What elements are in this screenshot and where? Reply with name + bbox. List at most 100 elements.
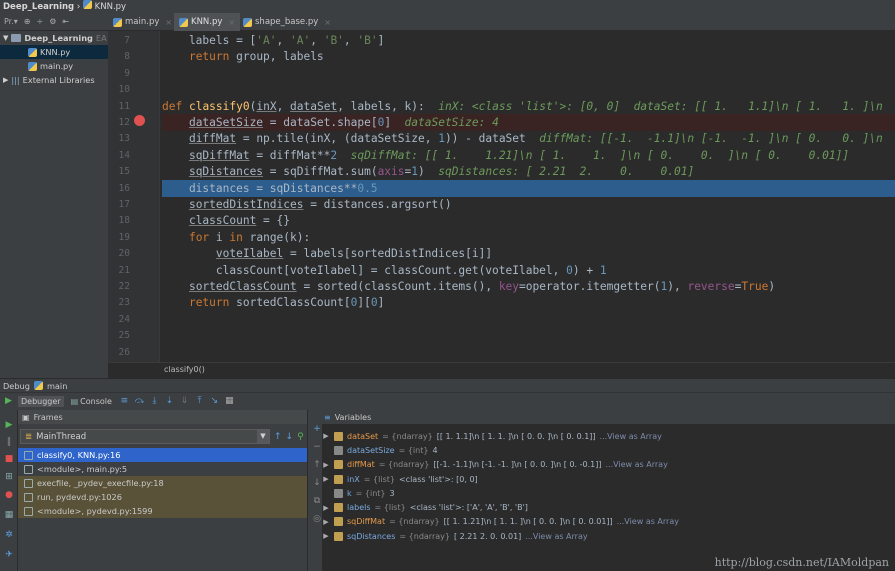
frame-item[interactable]: <module>, pydevd.py:1599: [18, 504, 307, 518]
hide-icon[interactable]: ⇤: [62, 17, 69, 26]
variable-row[interactable]: ▶ diffMat = {ndarray} [[-1. -1.1]\n [-1. -1…: [322, 458, 895, 472]
close-icon[interactable]: ×: [324, 18, 331, 27]
code-line[interactable]: [162, 311, 895, 328]
stop-icon[interactable]: ■: [4, 454, 14, 464]
arrow-up-icon[interactable]: ↑: [274, 432, 282, 442]
force-step-into-icon[interactable]: ⇓: [179, 396, 190, 407]
resume-icon[interactable]: ▶: [3, 396, 14, 407]
code-line[interactable]: voteIlabel = labels[sortedDistIndices[i]…: [162, 245, 895, 262]
pin-icon[interactable]: ✈: [4, 550, 14, 560]
variables-side-toolbar: + − ↑ ↓ ⧉ ◎: [308, 410, 322, 571]
code-line[interactable]: diffMat = np.tile(inX, (dataSetSize, 1))…: [162, 130, 895, 147]
step-out-icon[interactable]: ⤒: [194, 396, 205, 407]
view-as-array-link[interactable]: ...View as Array: [525, 532, 587, 541]
collapse-icon[interactable]: ÷: [37, 17, 44, 26]
variable-row[interactable]: ▶ sqDiffMat = {ndarray}[[ 1. 1.21]\n [ 1. …: [322, 515, 895, 529]
watch-glasses-icon[interactable]: ◎: [312, 514, 322, 524]
tab-debugger[interactable]: Debugger: [18, 396, 64, 407]
chevron-right-icon[interactable]: ▶: [322, 518, 330, 526]
chevron-right-icon[interactable]: ▶: [322, 475, 330, 483]
variable-row[interactable]: k = {int} 3: [322, 486, 895, 500]
code-line[interactable]: def classify0(inX, dataSet, labels, k): …: [162, 98, 895, 115]
frame-item[interactable]: execfile, _pydev_execfile.py:18: [18, 476, 307, 490]
chevron-right-icon[interactable]: ▶: [322, 461, 330, 469]
step-into-my-code-icon[interactable]: ⇣: [164, 396, 175, 407]
execution-line[interactable]: distances = sqDistances**0.5: [162, 179, 895, 197]
code-line[interactable]: [162, 344, 895, 361]
code-line[interactable]: return group, labels: [162, 48, 895, 65]
thread-dropdown[interactable]: ≣ MainThread ▼: [20, 429, 270, 444]
project-view-dropdown[interactable]: Pr.▾: [4, 17, 18, 26]
variable-row[interactable]: dataSetSize = {int} 4: [322, 443, 895, 457]
breadcrumb-item[interactable]: classify0(): [164, 365, 205, 374]
arrow-down-icon[interactable]: ↓: [286, 432, 294, 442]
project-root[interactable]: ▼ Deep_Learning EA: [0, 31, 108, 45]
copy-icon[interactable]: ⧉: [312, 496, 322, 506]
variable-row[interactable]: ▶ dataSet = {ndarray}[[ 1. 1.1]\n [ 1. 1. …: [322, 429, 895, 443]
code-line[interactable]: [162, 81, 895, 98]
frame-item[interactable]: <module>, main.py:5: [18, 462, 307, 476]
run-to-cursor-icon[interactable]: ↘: [209, 396, 220, 407]
code-line[interactable]: [162, 327, 895, 344]
evaluate-expression-icon[interactable]: ▦: [224, 396, 235, 407]
move-down-icon[interactable]: ↓: [312, 478, 322, 488]
variable-row[interactable]: ▶ sqDistances = {ndarray}[ 2.21 2. 0. 0.01…: [322, 529, 895, 543]
mute-breakpoints-icon[interactable]: ●: [4, 490, 14, 500]
code-line[interactable]: sqDiffMat = diffMat**2 sqDiffMat: [[ 1. …: [162, 147, 895, 164]
array-icon: [334, 474, 343, 484]
code-line[interactable]: for i in range(k):: [162, 229, 895, 246]
frame-item[interactable]: classify0, KNN.py:16: [18, 448, 307, 462]
pause-icon[interactable]: ‖: [4, 437, 14, 447]
settings-icon[interactable]: ✲: [4, 530, 14, 540]
tab-main-py[interactable]: main.py ×: [108, 13, 177, 31]
view-as-array-link[interactable]: ...View as Array: [605, 460, 667, 469]
code-line[interactable]: sortedDistIndices = distances.argsort(): [162, 196, 895, 213]
remove-watch-icon[interactable]: −: [312, 442, 322, 452]
tab-shape-base-py[interactable]: shape_base.py ×: [238, 13, 336, 31]
tab-console[interactable]: ▤ Console: [68, 396, 115, 407]
show-execution-point-icon[interactable]: ≡: [119, 396, 130, 407]
project-file-label: KNN.py: [40, 47, 71, 57]
breakpoint-icon[interactable]: [134, 115, 145, 126]
frames-title: Frames: [33, 412, 63, 422]
view-as-array-link[interactable]: ...View as Array: [617, 517, 679, 526]
filter-icon[interactable]: ⚲: [297, 432, 304, 442]
move-up-icon[interactable]: ↑: [312, 460, 322, 470]
frame-item[interactable]: run, pydevd.py:1026: [18, 490, 307, 504]
sync-icon[interactable]: ⊕: [24, 17, 31, 26]
step-over-icon[interactable]: ⤼: [134, 396, 145, 407]
code-line[interactable]: [162, 65, 895, 82]
close-icon[interactable]: ×: [165, 18, 172, 27]
code-line[interactable]: classCount[voteIlabel] = classCount.get(…: [162, 262, 895, 279]
step-into-icon[interactable]: ⤓: [149, 396, 160, 407]
restore-layout-icon[interactable]: ▦: [4, 510, 14, 520]
chevron-down-icon[interactable]: ▼: [3, 31, 8, 45]
external-libraries[interactable]: ▶ ||| External Libraries: [0, 73, 108, 87]
gear-icon[interactable]: ⚙: [49, 17, 56, 26]
debugger-toolbar: ▶ Debugger ▤ Console ≡ ⤼ ⤓ ⇣ ⇓ ⤒ ↘ ▦: [0, 392, 895, 410]
project-file-main[interactable]: main.py: [0, 59, 108, 73]
code-line[interactable]: sortedClassCount = sorted(classCount.ite…: [162, 278, 895, 295]
chevron-right-icon[interactable]: ▶: [322, 532, 330, 540]
code-line[interactable]: classCount = {}: [162, 212, 895, 229]
view-as-array-link[interactable]: ...View as Array: [600, 432, 662, 441]
chevron-down-icon[interactable]: ▼: [257, 430, 269, 443]
chevron-right-icon[interactable]: ▶: [3, 73, 8, 87]
code-line[interactable]: sqDistances = sqDiffMat.sum(axis=1) sqDi…: [162, 163, 895, 180]
breakpoint-line[interactable]: dataSetSize = dataSet.shape[0] dataSetSi…: [162, 114, 895, 131]
project-file-knn[interactable]: KNN.py: [0, 45, 108, 59]
code-line[interactable]: return sortedClassCount[0][0]: [162, 294, 895, 311]
tab-knn-py[interactable]: KNN.py ×: [174, 13, 241, 31]
variable-row[interactable]: ▶ inX = {list} <class 'list'>: [0, 0]: [322, 472, 895, 486]
code-editor[interactable]: 7 8 9 10 11 12 13 14 15 16 17 18 19 20 21 22 23 24 25 26 la…: [108, 31, 895, 362]
line-gutter[interactable]: 7 8 9 10 11 12 13 14 15 16 17 18 19 20 21 22 23 24 25 26: [108, 31, 160, 362]
chevron-right-icon[interactable]: ▶: [322, 504, 330, 512]
view-breakpoints-icon[interactable]: ⊞: [4, 472, 14, 482]
new-watch-icon[interactable]: +: [312, 424, 322, 434]
resume-program-icon[interactable]: ▶: [4, 420, 14, 430]
chevron-right-icon[interactable]: ▶: [322, 432, 330, 440]
code-line[interactable]: labels = ['A', 'A', 'B', 'B']: [162, 32, 895, 49]
code-token: def: [162, 99, 183, 113]
close-icon[interactable]: ×: [228, 18, 235, 27]
variable-row[interactable]: ▶ labels = {list} <class 'list'>: ['A', 'A'…: [322, 500, 895, 514]
